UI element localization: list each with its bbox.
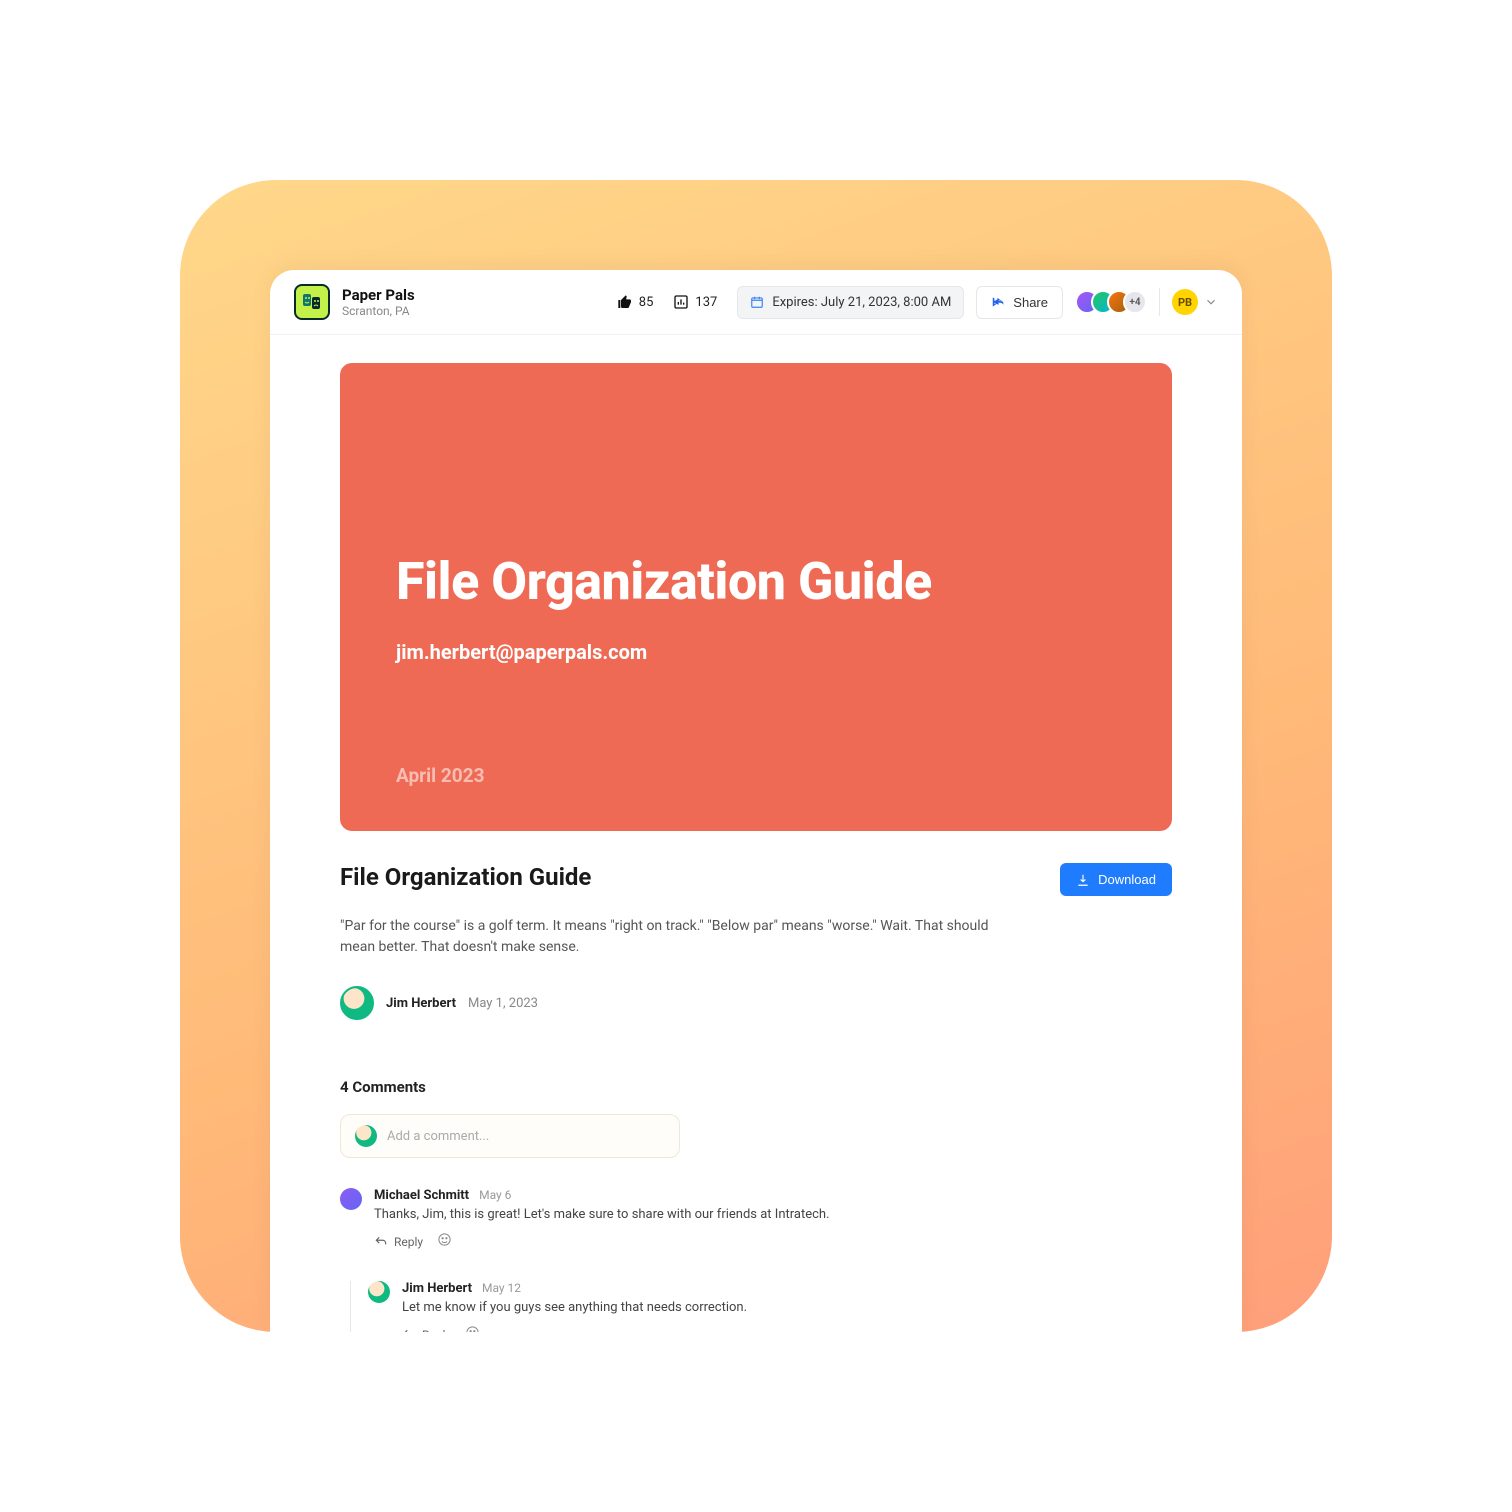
reply-icon [402, 1328, 416, 1333]
app-window: Paper Pals Scranton, PA 85 137 Expires: … [270, 270, 1242, 1332]
reply-label: Reply [422, 1328, 451, 1333]
emoji-react-button[interactable] [465, 1325, 480, 1332]
smile-icon [437, 1232, 452, 1247]
calendar-icon [750, 295, 764, 309]
views-stat[interactable]: 137 [673, 294, 717, 310]
profile-menu[interactable]: PB [1172, 289, 1218, 315]
likes-count: 85 [639, 295, 654, 310]
divider [1159, 288, 1160, 316]
document-hero: File Organization Guide jim.herbert@pape… [340, 363, 1172, 831]
chart-icon [673, 294, 689, 310]
org-info: Paper Pals Scranton, PA [342, 286, 415, 318]
author-date: May 1, 2023 [468, 996, 538, 1011]
comment-date: May 6 [479, 1188, 511, 1202]
hero-date: April 2023 [396, 764, 485, 787]
share-label: Share [1013, 295, 1048, 310]
expires-pill[interactable]: Expires: July 21, 2023, 8:00 AM [737, 286, 964, 319]
reply-icon [374, 1235, 388, 1249]
org-logo[interactable] [294, 284, 330, 320]
commenter-name: Jim Herbert [402, 1281, 472, 1296]
hero-subtitle: jim.herbert@paperpals.com [396, 640, 1116, 664]
comment-input[interactable]: Add a comment... [340, 1114, 680, 1158]
background-frame: Paper Pals Scranton, PA 85 137 Expires: … [180, 180, 1332, 1332]
reply-label: Reply [394, 1235, 423, 1249]
org-location: Scranton, PA [342, 304, 415, 318]
chevron-down-icon [1204, 295, 1218, 309]
more-collaborators: +4 [1123, 290, 1147, 314]
comment-text: Let me know if you guys see anything tha… [402, 1300, 747, 1315]
current-user-avatar [355, 1125, 377, 1147]
smile-icon [465, 1325, 480, 1332]
download-button[interactable]: Download [1060, 863, 1172, 896]
commenter-avatar [340, 1188, 362, 1210]
org-name: Paper Pals [342, 286, 415, 304]
header-bar: Paper Pals Scranton, PA 85 137 Expires: … [270, 270, 1242, 335]
content-body: File Organization Guide jim.herbert@pape… [270, 335, 1242, 1332]
hero-title: File Organization Guide [396, 551, 1116, 612]
emoji-react-button[interactable] [437, 1232, 452, 1251]
author-avatar [340, 986, 374, 1020]
expires-label: Expires: July 21, 2023, 8:00 AM [772, 295, 951, 310]
comments-heading: 4 Comments [340, 1078, 1172, 1096]
document-description: "Par for the course" is a golf term. It … [340, 916, 1020, 958]
likes-stat[interactable]: 85 [617, 294, 654, 310]
views-count: 137 [695, 295, 717, 310]
download-label: Download [1098, 872, 1156, 887]
comment-item: Michael Schmitt May 6 Thanks, Jim, this … [340, 1188, 1172, 1251]
reply-button[interactable]: Reply [402, 1328, 451, 1333]
share-button[interactable]: Share [976, 286, 1063, 319]
author-row: Jim Herbert May 1, 2023 [340, 986, 1172, 1020]
reply-button[interactable]: Reply [374, 1235, 423, 1249]
author-name: Jim Herbert [386, 996, 456, 1011]
commenter-avatar [368, 1281, 390, 1303]
download-icon [1076, 873, 1090, 887]
theater-masks-icon [300, 290, 324, 314]
comment-item: Jim Herbert May 12 Let me know if you gu… [368, 1281, 1172, 1332]
profile-avatar: PB [1172, 289, 1198, 315]
comment-text: Thanks, Jim, this is great! Let's make s… [374, 1207, 830, 1222]
share-icon [991, 295, 1005, 309]
thumbs-up-icon [617, 294, 633, 310]
document-header-row: File Organization Guide Download [340, 863, 1172, 896]
document-title: File Organization Guide [340, 863, 591, 891]
commenter-name: Michael Schmitt [374, 1188, 469, 1203]
comment-placeholder: Add a comment... [387, 1129, 489, 1144]
avatar-stack[interactable]: +4 [1075, 290, 1147, 314]
comment-date: May 12 [482, 1281, 521, 1295]
